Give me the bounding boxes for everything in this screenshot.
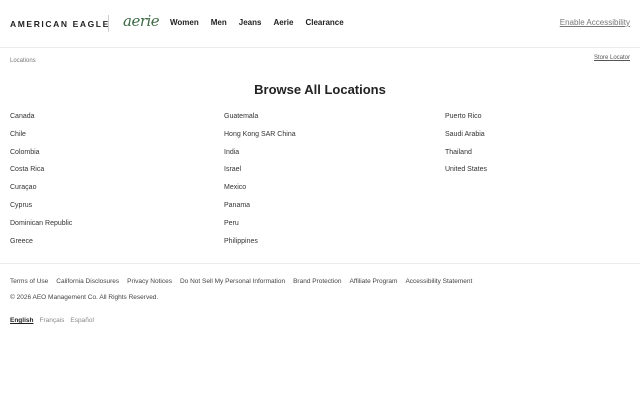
aerie-logo[interactable]: aerie: [123, 12, 160, 30]
nav-item-men[interactable]: Men: [211, 18, 227, 27]
language-selector: English Français Español: [10, 317, 94, 324]
location-link-thailand[interactable]: Thailand: [445, 147, 487, 165]
location-link-mexico[interactable]: Mexico: [224, 182, 296, 200]
nav-item-aerie[interactable]: Aerie: [273, 18, 293, 27]
location-link-greece[interactable]: Greece: [10, 236, 72, 254]
location-link-saudi-arabia[interactable]: Saudi Arabia: [445, 129, 487, 147]
footer-link-affiliate-program[interactable]: Affiliate Program: [350, 278, 398, 285]
footer-links: Terms of Use California Disclosures Priv…: [10, 278, 472, 285]
location-link-canada[interactable]: Canada: [10, 111, 72, 129]
store-locator-link[interactable]: Store Locator: [594, 55, 630, 61]
footer-divider: [0, 263, 640, 264]
enable-accessibility-link[interactable]: Enable Accessibility: [560, 18, 630, 27]
breadcrumb[interactable]: Locations: [10, 58, 36, 64]
page-title: Browse All Locations: [254, 82, 386, 97]
location-link-costa-rica[interactable]: Costa Rica: [10, 164, 72, 182]
footer-link-do-not-sell[interactable]: Do Not Sell My Personal Information: [180, 278, 285, 285]
location-link-curacao[interactable]: Curaçao: [10, 182, 72, 200]
location-link-india[interactable]: India: [224, 147, 296, 165]
footer-link-terms[interactable]: Terms of Use: [10, 278, 48, 285]
site-header: AMERICAN EAGLE aerie Women Men Jeans Aer…: [0, 0, 640, 48]
nav-item-women[interactable]: Women: [170, 18, 199, 27]
nav-item-clearance[interactable]: Clearance: [305, 18, 343, 27]
location-link-hong-kong[interactable]: Hong Kong SAR China: [224, 129, 296, 147]
location-link-israel[interactable]: Israel: [224, 164, 296, 182]
american-eagle-logo[interactable]: AMERICAN EAGLE: [10, 19, 110, 29]
location-link-guatemala[interactable]: Guatemala: [224, 111, 296, 129]
language-english[interactable]: English: [10, 317, 33, 324]
footer-link-brand-protection[interactable]: Brand Protection: [293, 278, 341, 285]
location-link-panama[interactable]: Panama: [224, 200, 296, 218]
language-francais[interactable]: Français: [39, 317, 64, 324]
location-link-puerto-rico[interactable]: Puerto Rico: [445, 111, 487, 129]
locations-column-1: Canada Chile Colombia Costa Rica Curaçao…: [10, 111, 72, 253]
footer-link-accessibility-statement[interactable]: Accessibility Statement: [405, 278, 472, 285]
nav-item-jeans[interactable]: Jeans: [239, 18, 262, 27]
copyright-text: © 2026 AEO Management Co. All Rights Res…: [10, 294, 159, 301]
location-link-philippines[interactable]: Philippines: [224, 236, 296, 254]
locations-column-3: Puerto Rico Saudi Arabia Thailand United…: [445, 111, 487, 182]
locations-column-2: Guatemala Hong Kong SAR China India Isra…: [224, 111, 296, 253]
footer-link-california-disclosures[interactable]: California Disclosures: [56, 278, 119, 285]
language-espanol[interactable]: Español: [70, 317, 94, 324]
brand-divider: [108, 15, 109, 32]
location-link-cyprus[interactable]: Cyprus: [10, 200, 72, 218]
location-link-united-states[interactable]: United States: [445, 164, 487, 182]
main-nav: Women Men Jeans Aerie Clearance: [170, 18, 344, 27]
location-link-chile[interactable]: Chile: [10, 129, 72, 147]
location-link-peru[interactable]: Peru: [224, 218, 296, 236]
location-link-colombia[interactable]: Colombia: [10, 147, 72, 165]
location-link-dominican-republic[interactable]: Dominican Republic: [10, 218, 72, 236]
footer-link-privacy-notices[interactable]: Privacy Notices: [127, 278, 172, 285]
